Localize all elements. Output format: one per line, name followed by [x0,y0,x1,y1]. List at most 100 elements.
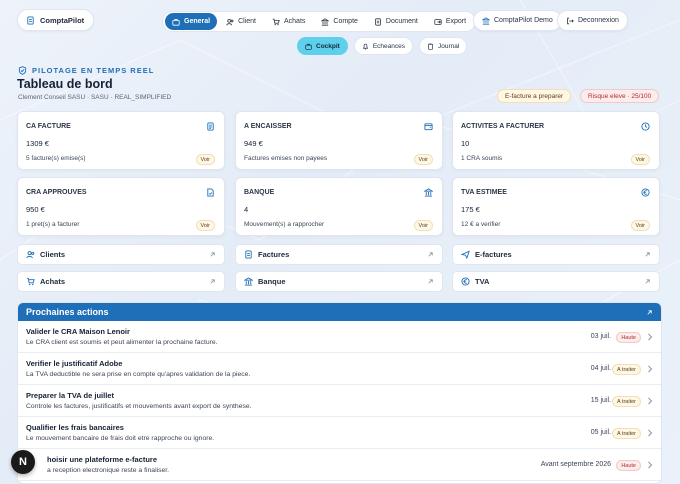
kpi-value: 949 € [244,139,263,148]
export-icon [434,18,442,25]
kpi-card-tva: TVA ESTIMEE 175 € 12 € a verifier Voir [452,177,660,236]
cart-icon [272,18,280,25]
shield-check-icon [18,66,27,75]
kpi-desc: 12 € a verifier [461,221,501,228]
quick-link-tva[interactable]: TVA [452,271,660,292]
arrow-up-right-icon [428,279,433,284]
quick-link-banque[interactable]: Banque [235,271,443,292]
kpi-value: 10 [461,139,470,148]
kpi-desc: Factures emises non payees [244,155,328,162]
kpi-voir-button[interactable]: Voir [195,154,215,165]
kpi-desc: Mouvement(s) a rapprocher [244,221,325,228]
kpi-voir-button[interactable]: Voir [413,220,433,231]
send-icon [461,250,470,259]
action-title: hoisir une plateforme e-facture [47,455,158,464]
kpi-voir-button[interactable]: Voir [630,220,650,231]
action-row[interactable]: Qualifier les frais bancaires Le mouveme… [18,417,661,449]
nav-general[interactable]: General [165,13,218,30]
users-icon [26,251,35,259]
action-row[interactable]: Preparer la TVA de juillet Controle les … [18,385,661,417]
kpi-voir-button[interactable]: Voir [413,154,433,165]
arrow-up-right-icon [210,279,215,284]
file-check-icon [207,188,214,197]
kpi-card-a-encaisser: A ENCAISSER 949 € Factures emises non pa… [235,111,443,170]
status-badge-efacture: E-facture a preparer [497,89,572,103]
action-row[interactable]: Valider le CRA Maison Lenoir Le CRA clie… [18,321,661,353]
kpi-desc: 5 facture(s) emise(s) [26,155,86,162]
priority-badge: Haute [616,332,641,343]
action-title: Valider le CRA Maison Lenoir [26,327,130,336]
nav-document[interactable]: Document [367,13,425,30]
quick-link-clients[interactable]: Clients [17,244,225,265]
eyebrow: PILOTAGE EN TEMPS REEL [18,66,154,75]
arrow-up-right-icon [645,279,650,284]
kpi-value: 1309 € [26,139,49,148]
action-row[interactable]: Verifier le justificatif Adobe La TVA de… [18,353,661,385]
chevron-right-icon [648,397,653,405]
bank-icon [321,17,330,26]
quick-link-achats[interactable]: Achats [17,271,225,292]
kpi-voir-button[interactable]: Voir [630,154,650,165]
sub-nav: Cockpit Echeances Journal [297,37,468,56]
kpi-title: A ENCAISSER [244,123,292,130]
nav-client[interactable]: Client [219,13,263,30]
nextjs-dev-button[interactable]: N [11,450,35,474]
brand-logo[interactable]: ComptaPilot [17,9,95,31]
cart-icon [26,277,35,286]
kpi-title: BANQUE [244,189,275,196]
action-date: 03 juil. [590,333,611,340]
action-desc: a reception electronique reste a finalis… [47,467,170,474]
kpi-title: TVA ESTIMEE [461,189,507,196]
kpi-card-ca-facture: CA FACTURE 1309 € 5 facture(s) emise(s) … [17,111,225,170]
arrow-up-right-icon [645,252,650,257]
page-title: Tableau de bord [17,77,113,91]
kpi-desc: 1 pret(s) a facturer [26,221,80,228]
action-title: Verifier le justificatif Adobe [26,359,123,368]
quick-link-efactures[interactable]: E-factures [452,244,660,265]
bank-icon [424,188,433,197]
priority-badge: A traiter [612,396,641,407]
kpi-card-banque: BANQUE 4 Mouvement(s) a rapprocher Voir [235,177,443,236]
logout-button[interactable]: Deconnexion [557,10,628,31]
actions-header[interactable]: Prochaines actions [18,303,661,321]
action-date: Avant septembre 2026 [540,461,611,468]
subnav-cockpit[interactable]: Cockpit [297,37,348,55]
action-row[interactable]: hoisir une plateforme e-facture a recept… [18,449,661,481]
brand-name: ComptaPilot [40,15,85,25]
action-date: 05 juil. [590,429,611,436]
euro-icon [641,188,650,197]
top-bar: ComptaPilot General Client Achats Compte… [17,9,663,33]
arrow-up-right-icon [210,252,215,257]
kpi-title: CRA APPROUVES [26,189,87,196]
kpi-voir-button[interactable]: Voir [195,220,215,231]
action-date: 04 juil. [590,365,611,372]
actions-title: Prochaines actions [26,307,109,317]
clock-icon [641,122,650,131]
arrow-up-right-icon [428,252,433,257]
nav-achats[interactable]: Achats [265,13,312,30]
users-icon [226,18,234,25]
priority-badge: A traiter [612,428,641,439]
logout-icon [567,17,574,24]
action-desc: Le CRA client est soumis et peut aliment… [26,339,218,346]
chevron-right-icon [648,333,653,341]
subnav-journal[interactable]: Journal [419,37,468,55]
priority-badge: Haute [616,460,641,471]
action-title: Qualifier les frais bancaires [26,423,124,432]
kpi-title: CA FACTURE [26,123,71,130]
kpi-card-cra-approuves: CRA APPROUVES 950 € 1 pret(s) a facturer… [17,177,225,236]
nav-compte[interactable]: Compte [314,13,365,30]
quick-link-factures[interactable]: Factures [235,244,443,265]
chevron-right-icon [648,461,653,469]
bell-icon [362,43,369,50]
main-nav: General Client Achats Compte Document Ex… [162,11,477,32]
demo-button[interactable]: ComptaPilot Demo [473,10,562,31]
action-title: Preparer la TVA de juillet [26,391,114,400]
nav-export[interactable]: Export [427,13,473,30]
chevron-right-icon [648,429,653,437]
subnav-echeances[interactable]: Echeances [353,37,414,55]
kpi-card-activites: ACTIVITES A FACTURER 10 1 CRA soumis Voi… [452,111,660,170]
kpi-value: 175 € [461,205,480,214]
euro-icon [461,277,470,286]
chevron-right-icon [648,365,653,373]
